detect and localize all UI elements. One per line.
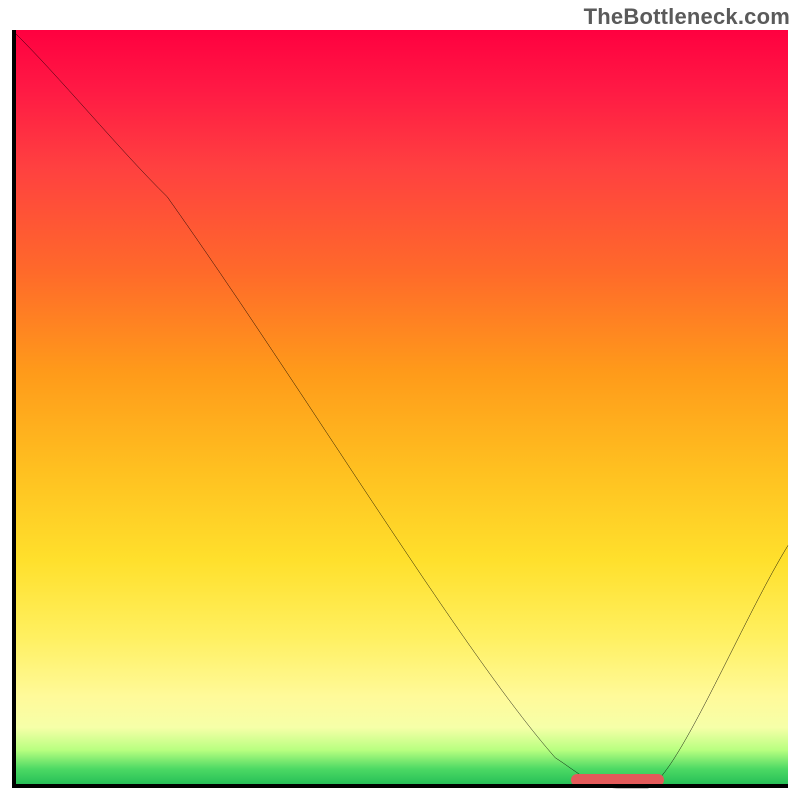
plot-area <box>12 30 788 788</box>
optimal-range-marker <box>571 774 664 786</box>
watermark-text: TheBottleneck.com <box>584 4 790 30</box>
chart-canvas: TheBottleneck.com <box>0 0 800 800</box>
bottleneck-curve <box>12 30 788 788</box>
